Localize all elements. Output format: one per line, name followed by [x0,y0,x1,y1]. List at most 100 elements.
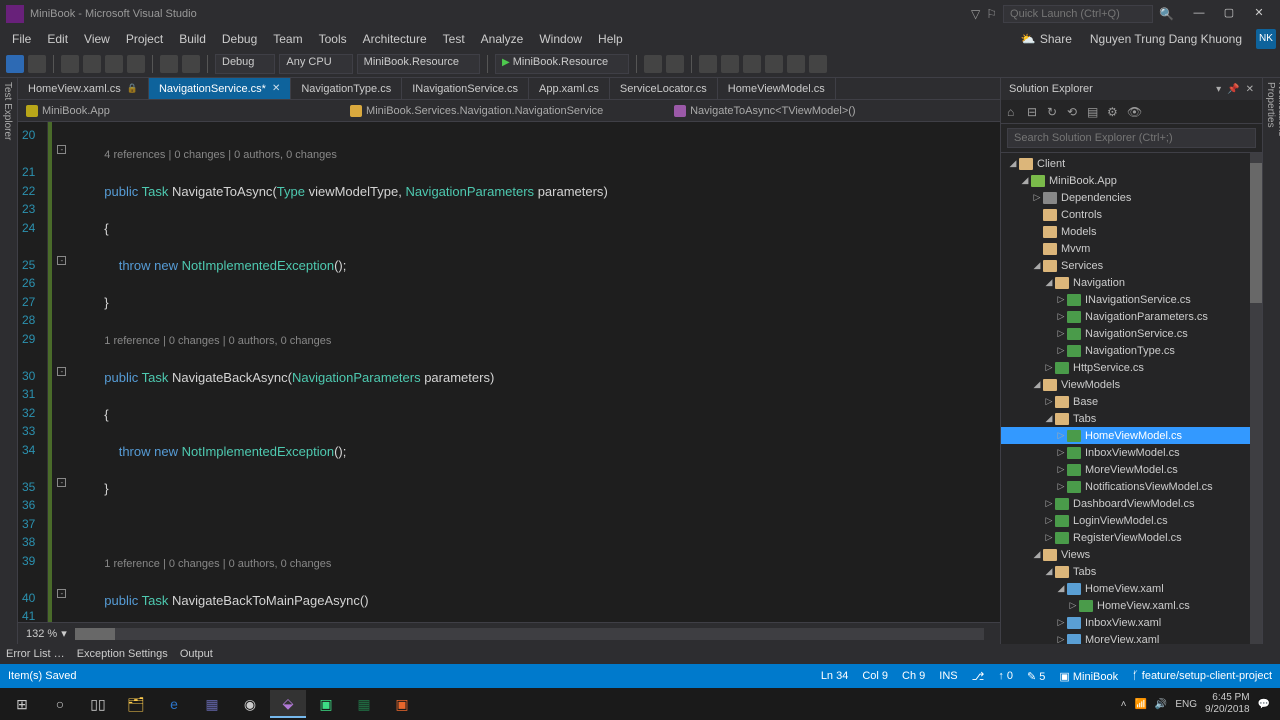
edge-icon[interactable]: e [156,690,192,718]
fold-toggle[interactable]: - [57,589,66,598]
sync-icon[interactable]: ⟲ [1067,105,1081,119]
camtasia-icon[interactable]: ▣ [384,690,420,718]
save-button[interactable] [105,55,123,73]
visualstudio-icon[interactable]: ⬙ [270,690,306,718]
toolbar-layout-5[interactable] [787,55,805,73]
toolbar-misc-2[interactable] [666,55,684,73]
menu-window[interactable]: Window [531,30,590,48]
user-avatar[interactable]: NK [1256,29,1276,49]
source-control-icon[interactable]: ⎇ [972,670,985,683]
open-button[interactable] [83,55,101,73]
tray-notifications-icon[interactable]: 💬 [1258,699,1270,710]
toolbar-layout-3[interactable] [743,55,761,73]
start-button[interactable]: ⊞ [4,690,40,718]
status-pending-changes[interactable]: ✎ 5 [1027,670,1045,683]
fold-margin[interactable]: - - - - - [55,122,69,622]
cortana-button[interactable]: ○ [42,690,78,718]
teams-icon[interactable]: ▦ [194,690,230,718]
forward-button[interactable] [28,55,46,73]
fold-toggle[interactable]: - [57,367,66,376]
close-button[interactable]: ✕ [1244,4,1274,24]
system-clock[interactable]: 6:45 PM9/20/2018 [1205,692,1250,716]
menu-test[interactable]: Test [435,30,473,48]
file-explorer-icon[interactable]: 🗂 [118,690,154,718]
tab-error-list[interactable]: Error List … [6,648,65,660]
platform-selector[interactable]: Any CPU [279,54,352,74]
undo-button[interactable] [160,55,178,73]
menu-debug[interactable]: Debug [214,30,265,48]
taskview-button[interactable]: ▯▯ [80,690,116,718]
menu-build[interactable]: Build [171,30,214,48]
menu-tools[interactable]: Tools [311,30,355,48]
home-icon[interactable]: ⌂ [1007,105,1021,119]
menu-analyze[interactable]: Analyze [473,30,532,48]
run-button[interactable]: ▶MiniBook.Resource [495,54,629,74]
excel-icon[interactable]: ▦ [346,690,382,718]
tab-homeview-xaml-cs[interactable]: HomeView.xaml.cs🔒 [18,78,149,99]
tray-language[interactable]: ENG [1175,699,1197,710]
tray-network-icon[interactable]: 📶 [1134,699,1146,710]
tree-item-homeviewmodel[interactable]: ▷HomeViewModel.cs [1001,427,1262,444]
solution-tree[interactable]: ◢Client ◢MiniBook.App ▷Dependencies Cont… [1001,153,1262,644]
quick-launch-input[interactable] [1003,5,1153,23]
maximize-button[interactable]: ▢ [1214,4,1244,24]
fold-toggle[interactable]: - [57,145,66,154]
tab-servicelocator-cs[interactable]: ServiceLocator.cs [610,78,718,99]
toolbar-misc-1[interactable] [644,55,662,73]
chrome-icon[interactable]: ◉ [232,690,268,718]
tree-scrollbar[interactable] [1250,153,1262,644]
code-content[interactable]: 4 references | 0 changes | 0 authors, 0 … [69,122,1000,622]
menu-view[interactable]: View [76,30,118,48]
right-tool-tab-notifications[interactable]: Notifications [1276,82,1280,640]
toolbar-layout-1[interactable] [699,55,717,73]
pane-dropdown-icon[interactable]: ▾ [1216,84,1221,95]
user-name[interactable]: Nguyen Trung Dang Khuong [1082,32,1250,46]
horizontal-scrollbar[interactable] [75,628,984,640]
share-button[interactable]: ⛅Share [1011,32,1082,46]
menu-team[interactable]: Team [265,30,310,48]
menu-edit[interactable]: Edit [39,30,76,48]
menu-help[interactable]: Help [590,30,631,48]
menu-project[interactable]: Project [118,30,171,48]
pane-pin-icon[interactable]: 📌 [1227,84,1239,95]
left-tool-tab-test-explorer[interactable]: Test Explorer [0,78,18,644]
tab-navigationservice-cs[interactable]: NavigationService.cs*✕ [149,78,291,99]
nav-member[interactable]: NavigateToAsync<TViewModel>() [666,103,1000,119]
properties-icon[interactable]: ⚙ [1107,105,1121,119]
fold-toggle[interactable]: - [57,478,66,487]
new-project-button[interactable] [61,55,79,73]
refresh-icon[interactable]: ↻ [1047,105,1061,119]
nav-class[interactable]: MiniBook.Services.Navigation.NavigationS… [342,103,666,119]
solution-search-input[interactable] [1007,128,1256,148]
preview-icon[interactable]: 👁 [1127,105,1141,119]
nav-scope[interactable]: MiniBook.App [18,103,342,119]
tab-output[interactable]: Output [180,648,213,660]
minimize-button[interactable]: — [1184,4,1214,24]
code-editor[interactable]: 20 21222324 2526272829 3031323334 353637… [18,122,1000,622]
tab-exception-settings[interactable]: Exception Settings [77,648,168,660]
notif-icon[interactable]: ⚐ [986,7,997,21]
tray-chevron-icon[interactable]: ˄ [1121,699,1127,710]
fold-toggle[interactable]: - [57,256,66,265]
tab-homeviewmodel-cs[interactable]: HomeViewModel.cs [718,78,836,99]
toolbar-layout-6[interactable] [809,55,827,73]
status-repo[interactable]: ▣ MiniBook [1059,670,1118,683]
zoom-level[interactable]: 132 % [26,628,57,640]
tray-volume-icon[interactable]: 🔊 [1155,699,1167,710]
pane-close-icon[interactable]: ✕ [1246,84,1254,95]
back-button[interactable] [6,55,24,73]
redo-button[interactable] [182,55,200,73]
status-errors[interactable]: ↑ 0 [998,670,1013,682]
toolbar-layout-2[interactable] [721,55,739,73]
config-selector[interactable]: Debug [215,54,275,74]
startup-project-selector[interactable]: MiniBook.Resource [357,54,480,74]
android-studio-icon[interactable]: ▣ [308,690,344,718]
right-tool-tab-properties[interactable]: Properties [1265,82,1276,628]
search-icon[interactable]: 🔍 [1159,7,1174,21]
tab-app-xaml-cs[interactable]: App.xaml.cs [529,78,610,99]
tab-inavigationservice-cs[interactable]: INavigationService.cs [402,78,529,99]
toolbar-layout-4[interactable] [765,55,783,73]
menu-file[interactable]: File [4,30,39,48]
status-branch[interactable]: ᚶ feature/setup-client-project [1132,670,1272,682]
close-tab-icon[interactable]: ✕ [272,83,280,94]
